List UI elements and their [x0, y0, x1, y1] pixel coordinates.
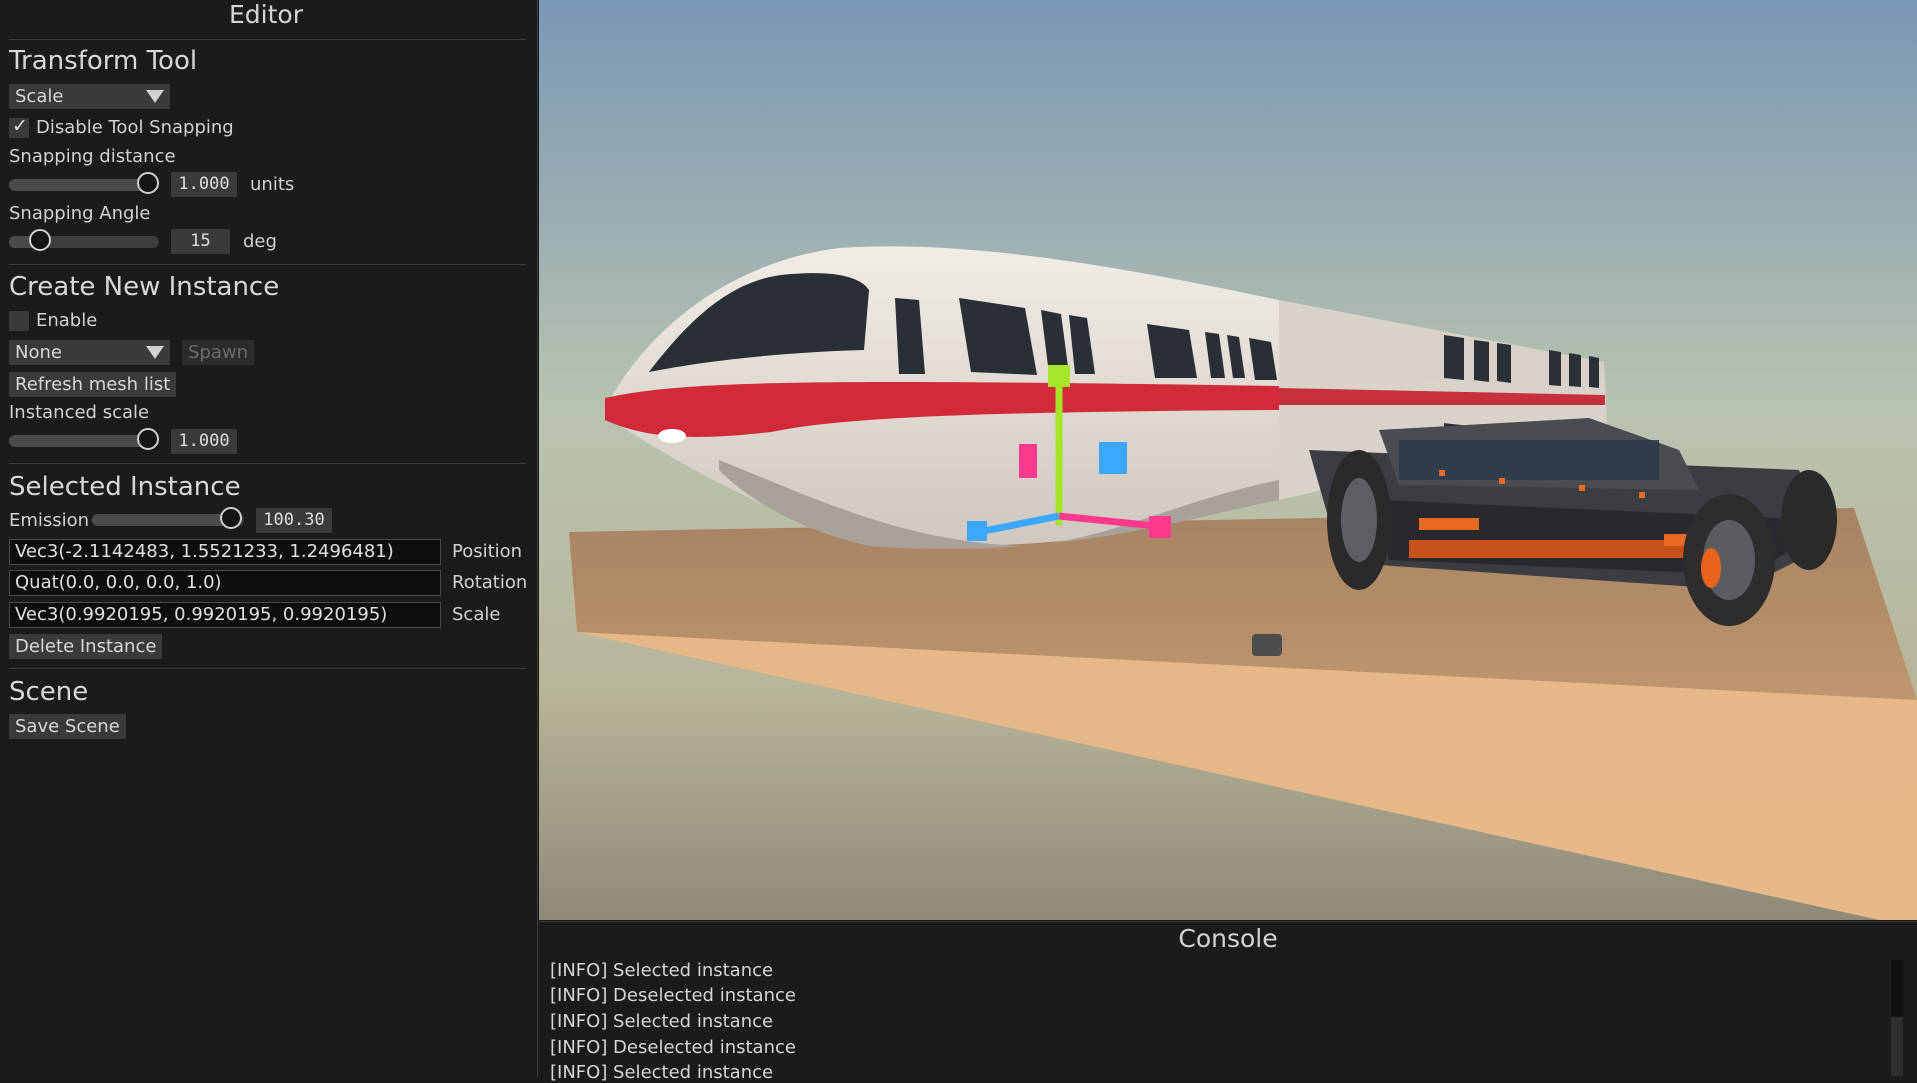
save-scene-button[interactable]: Save Scene [9, 714, 126, 739]
console-panel: Console [INFO] Selected instance [INFO] … [539, 921, 1917, 1083]
mesh-dropdown[interactable]: None [9, 340, 170, 365]
chevron-down-icon [146, 90, 164, 103]
editor-panel: Editor Transform Tool Scale ✓ Disable To… [0, 0, 538, 1077]
3d-viewport[interactable] [539, 0, 1917, 920]
rotation-field[interactable]: Quat(0.0, 0.0, 0.0, 1.0) [9, 570, 441, 596]
refresh-mesh-list-button[interactable]: Refresh mesh list [9, 372, 177, 397]
position-field[interactable]: Vec3(-2.1142483, 1.5521233, 1.2496481) [9, 539, 441, 565]
transform-tool-heading: Transform Tool [9, 46, 198, 76]
delete-instance-button[interactable]: Delete Instance [9, 634, 163, 659]
console-line: [INFO] Deselected instance [550, 1037, 796, 1058]
snapping-angle-value[interactable]: 15 [171, 229, 230, 254]
gizmo-xy-plane-handle[interactable] [1019, 444, 1037, 478]
gizmo-y-handle[interactable] [1048, 365, 1070, 387]
separator [9, 264, 526, 265]
slider-fill [9, 179, 148, 191]
instanced-scale-label: Instanced scale [9, 402, 150, 423]
snapping-distance-slider[interactable] [9, 172, 159, 194]
console-line: [INFO] Selected instance [550, 1011, 774, 1032]
slider-handle[interactable] [137, 172, 159, 194]
emission-value[interactable]: 100.30 [256, 508, 332, 533]
separator [9, 39, 526, 40]
selected-instance-heading: Selected Instance [9, 472, 241, 502]
transform-mode-dropdown[interactable]: Scale [9, 84, 170, 109]
snapping-distance-value[interactable]: 1.000 [171, 172, 237, 197]
slider-fill [92, 514, 231, 526]
console-line: [INFO] Deselected instance [550, 985, 796, 1006]
enable-label: Enable [36, 310, 98, 331]
spawn-button[interactable]: Spawn [182, 340, 255, 365]
emission-label: Emission [9, 510, 90, 531]
editor-title: Editor [229, 0, 303, 29]
console-line: [INFO] Selected instance [550, 1062, 774, 1083]
instanced-scale-value[interactable]: 1.000 [171, 429, 237, 454]
snapping-distance-unit: units [250, 174, 295, 195]
scene-render [539, 0, 1917, 920]
console-line: [INFO] Selected instance [550, 960, 774, 981]
snapping-angle-unit: deg [243, 231, 277, 252]
scene-heading: Scene [9, 677, 89, 707]
scale-label: Scale [452, 604, 501, 625]
slider-handle[interactable] [137, 428, 159, 450]
disable-snapping-label: Disable Tool Snapping [36, 117, 234, 138]
disable-snapping-checkbox[interactable]: ✓ [9, 115, 29, 138]
separator [9, 463, 526, 464]
snapping-distance-label: Snapping distance [9, 146, 176, 167]
slider-handle[interactable] [220, 507, 242, 529]
console-title: Console [1178, 924, 1278, 953]
slider-handle[interactable] [29, 229, 51, 251]
separator [9, 668, 526, 669]
mesh-dropdown-value: None [15, 342, 62, 363]
slider-fill [9, 435, 148, 447]
gizmo-zy-plane-handle[interactable] [1099, 442, 1127, 474]
snapping-angle-label: Snapping Angle [9, 203, 151, 224]
scale-field[interactable]: Vec3(0.9920195, 0.9920195, 0.9920195) [9, 602, 441, 628]
console-scrollbar-thumb[interactable] [1891, 1017, 1903, 1076]
gizmo-x-handle[interactable] [1149, 516, 1171, 538]
small-block [1252, 634, 1282, 656]
gizmo-z-handle[interactable] [967, 521, 987, 541]
snapping-angle-slider[interactable] [9, 229, 159, 251]
enable-checkbox[interactable] [9, 311, 29, 331]
emission-slider[interactable] [92, 507, 244, 529]
position-label: Position [452, 541, 523, 562]
rotation-label: Rotation [452, 572, 528, 593]
create-instance-heading: Create New Instance [9, 272, 280, 302]
instanced-scale-slider[interactable] [9, 428, 159, 450]
transform-mode-value: Scale [15, 86, 64, 107]
chevron-down-icon [146, 346, 164, 359]
checkmark-icon: ✓ [12, 115, 28, 137]
